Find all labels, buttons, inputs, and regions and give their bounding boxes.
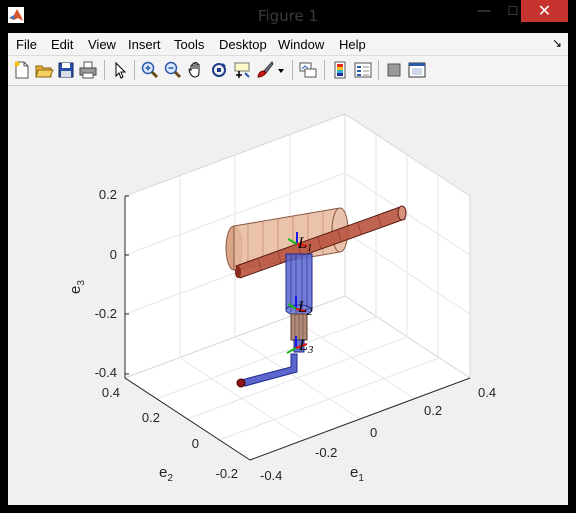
- e1-tick: -0.4: [260, 468, 282, 483]
- axes-3d[interactable]: L1 L2 L3 0.2 0 -0.2 -0.4 e3 0.4 0.2 0 -0…: [8, 86, 568, 505]
- menu-desktop[interactable]: Desktop: [219, 37, 267, 52]
- save-icon[interactable]: [56, 60, 76, 80]
- e1-tick: -0.2: [315, 445, 337, 460]
- menu-insert[interactable]: Insert: [128, 37, 161, 52]
- link-plot-icon[interactable]: [298, 60, 318, 80]
- e1-tick: 0: [370, 425, 377, 440]
- menu-view[interactable]: View: [88, 37, 116, 52]
- close-button[interactable]: ✕: [521, 0, 568, 22]
- title-bar[interactable]: Figure 1 — ☐ ✕: [0, 0, 576, 30]
- e1-axis-label: e1: [350, 464, 364, 484]
- figure-canvas[interactable]: L1 L2 L3 0.2 0 -0.2 -0.4 e3 0.4 0.2 0 -0…: [8, 86, 568, 505]
- menu-help[interactable]: Help: [339, 37, 366, 52]
- minimize-button[interactable]: —: [470, 0, 498, 22]
- menu-window[interactable]: Window: [278, 37, 324, 52]
- toolbar-separator: [134, 60, 135, 80]
- insert-legend-icon[interactable]: [353, 60, 373, 80]
- zoom-out-icon[interactable]: [163, 60, 183, 80]
- toolbar-separator: [324, 60, 325, 80]
- e2-tick: 0.2: [142, 410, 160, 425]
- e3-tick: -0.4: [95, 365, 117, 380]
- toolbar-separator: [104, 60, 105, 80]
- print-icon[interactable]: [78, 60, 98, 80]
- toolbar-separator: [292, 60, 293, 80]
- e2-tick: 0: [192, 436, 199, 451]
- data-cursor-icon[interactable]: [232, 60, 252, 80]
- toolbar-separator: [378, 60, 379, 80]
- menu-tools[interactable]: Tools: [174, 37, 204, 52]
- e3-tick: -0.2: [95, 306, 117, 321]
- show-plot-tools-icon[interactable]: [407, 60, 427, 80]
- rotate-3d-icon[interactable]: [209, 60, 229, 80]
- e2-tick: -0.2: [216, 466, 238, 481]
- brush-dropdown-icon[interactable]: [275, 60, 287, 80]
- insert-colorbar-icon[interactable]: [330, 60, 350, 80]
- e3-axis: 0.2 0 -0.2 -0.4 e3: [67, 187, 129, 380]
- pan-icon[interactable]: [186, 60, 206, 80]
- figure-toolbar: [8, 56, 568, 86]
- edit-plot-icon[interactable]: [110, 60, 130, 80]
- e2-axis-label: e2: [159, 464, 173, 484]
- figure-window: Figure 1 — ☐ ✕ File Edit View Insert Too…: [0, 0, 576, 513]
- e3-tick: 0.2: [99, 187, 117, 202]
- e1-tick: 0.2: [424, 403, 442, 418]
- undock-icon[interactable]: ↘: [552, 36, 562, 50]
- menu-file[interactable]: File: [16, 37, 37, 52]
- e3-axis-label: e3: [67, 280, 87, 294]
- zoom-in-icon[interactable]: [140, 60, 160, 80]
- menu-bar: File Edit View Insert Tools Desktop Wind…: [8, 33, 568, 56]
- e2-tick: 0.4: [102, 385, 120, 400]
- e1-tick: 0.4: [478, 385, 496, 400]
- hide-plot-tools-icon[interactable]: [384, 60, 404, 80]
- new-figure-icon[interactable]: [12, 60, 32, 80]
- end-effector: [236, 378, 246, 388]
- open-file-icon[interactable]: [34, 60, 54, 80]
- e3-tick: 0: [110, 247, 117, 262]
- menu-edit[interactable]: Edit: [51, 37, 73, 52]
- brush-icon[interactable]: [255, 60, 275, 80]
